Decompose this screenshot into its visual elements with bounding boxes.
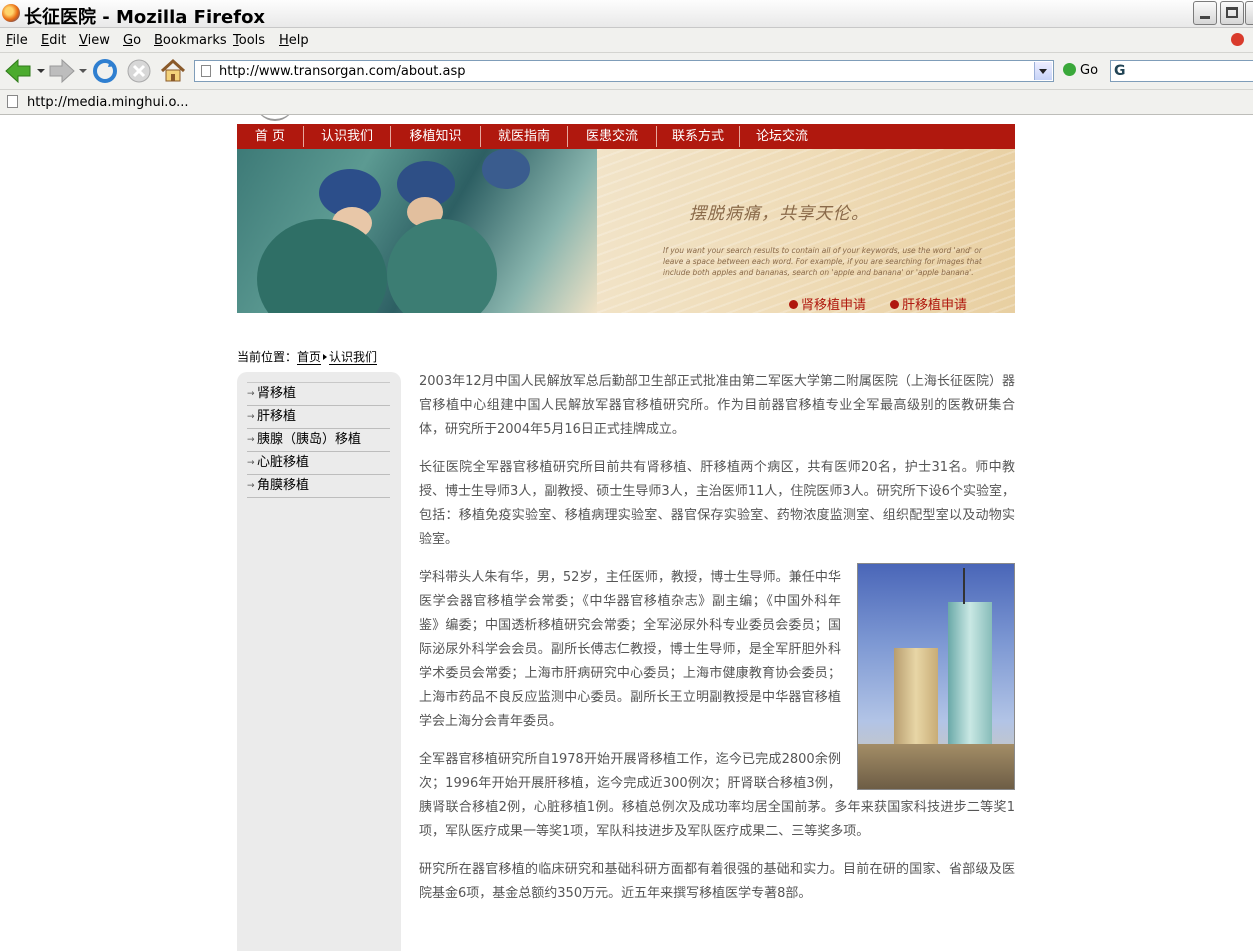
stop-icon[interactable]	[126, 58, 152, 88]
bookmark-page-icon	[7, 95, 18, 108]
go-label: Go	[1080, 63, 1099, 78]
surgeons-photo	[237, 149, 597, 313]
go-button[interactable]: Go	[1063, 63, 1098, 78]
sidebar: 肾移植 肝移植 胰腺（胰岛）移植 心脏移植 角膜移植	[237, 372, 401, 951]
throbber-icon	[1231, 33, 1244, 46]
firefox-icon	[2, 4, 20, 22]
site-banner: 摆脱病痛，共享天伦。 If you want your search resul…	[237, 149, 1015, 313]
liver-apply-link[interactable]: 肝移植申请	[890, 294, 967, 313]
breadcrumb-current[interactable]: 认识我们	[329, 350, 378, 365]
breadcrumb-prefix: 当前位置：	[237, 350, 298, 364]
breadcrumb-arrow-icon	[323, 354, 328, 360]
url-field[interactable]: http://www.transorgan.com/about.asp	[194, 60, 1054, 82]
nav-about[interactable]: 认识我们	[304, 124, 390, 149]
maximize-button[interactable]	[1220, 1, 1244, 25]
site-header-strip	[237, 115, 1015, 124]
kidney-apply-link[interactable]: 肾移植申请	[789, 294, 866, 313]
bookmark-item[interactable]: http://media.minghui.o...	[27, 95, 189, 110]
menu-bookmarks[interactable]: Bookmarks	[154, 33, 227, 48]
breadcrumb: 当前位置：首页 认识我们	[237, 348, 378, 365]
page-content: 首 页 认识我们 移植知识 就医指南 医患交流 联系方式 论坛交流 摆脱病痛，共…	[0, 115, 1253, 951]
go-icon	[1063, 63, 1076, 76]
page-icon	[201, 65, 211, 77]
sidebar-item-cornea[interactable]: 角膜移植	[247, 475, 390, 498]
close-button[interactable]	[1245, 1, 1253, 25]
window-title: 长征医院 - Mozilla Firefox	[24, 7, 266, 28]
paragraph: 长征医院全军器官移植研究所目前共有肾移植、肝移植两个病区，共有医师20名，护士3…	[419, 460, 1015, 547]
menu-go[interactable]: Go	[123, 33, 141, 48]
nav-forum[interactable]: 论坛交流	[740, 124, 824, 149]
reload-icon[interactable]	[92, 58, 118, 88]
menu-tools[interactable]: Tools	[233, 33, 265, 48]
banner-slogan: 摆脱病痛，共享天伦。	[689, 204, 869, 224]
nav-transplant-knowledge[interactable]: 移植知识	[391, 124, 480, 149]
menu-help[interactable]: Help	[279, 33, 309, 48]
kidney-apply-label: 肾移植申请	[801, 298, 867, 313]
nav-doctor-patient[interactable]: 医患交流	[568, 124, 656, 149]
url-dropdown-button[interactable]	[1034, 62, 1052, 80]
main-article: 2003年12月中国人民解放军总后勤部卫生部正式批准由第二军医大学第二附属医院（…	[419, 370, 1015, 920]
nav-medical-guide[interactable]: 就医指南	[481, 124, 567, 149]
menu-bar: File Edit View Go Bookmarks Tools Help	[0, 28, 1253, 53]
sidebar-item-pancreas[interactable]: 胰腺（胰岛）移植	[247, 429, 390, 452]
home-icon[interactable]	[160, 58, 186, 88]
menu-file[interactable]: File	[6, 33, 28, 48]
sidebar-item-heart[interactable]: 心脏移植	[247, 452, 390, 475]
nav-home[interactable]: 首 页	[237, 124, 303, 149]
back-icon[interactable]	[4, 58, 46, 88]
menu-view[interactable]: View	[79, 33, 110, 48]
minimize-button[interactable]	[1193, 1, 1217, 25]
search-input[interactable]: G	[1110, 60, 1253, 82]
window-title-bar: 长征医院 - Mozilla Firefox	[0, 0, 1253, 28]
google-search-icon: G	[1114, 63, 1126, 79]
arrow-bullet-icon	[890, 300, 899, 309]
menu-edit[interactable]: Edit	[41, 33, 66, 48]
liver-apply-label: 肝移植申请	[902, 298, 968, 313]
breadcrumb-home[interactable]: 首页	[297, 350, 322, 365]
banner-decoration	[597, 149, 1015, 313]
sidebar-item-kidney[interactable]: 肾移植	[247, 383, 390, 406]
paragraph: 2003年12月中国人民解放军总后勤部卫生部正式批准由第二军医大学第二附属医院（…	[419, 374, 1015, 437]
bookmarks-toolbar: http://media.minghui.o...	[0, 90, 1253, 115]
site-logo	[255, 115, 295, 121]
url-text: http://www.transorgan.com/about.asp	[219, 64, 466, 79]
banner-small-text: If you want your search results to conta…	[663, 246, 982, 277]
navigation-toolbar: http://www.transorgan.com/about.asp Go G	[0, 53, 1253, 90]
site-nav: 首 页 认识我们 移植知识 就医指南 医患交流 联系方式 论坛交流	[237, 124, 1015, 149]
forward-icon[interactable]	[48, 58, 90, 88]
arrow-bullet-icon	[789, 300, 798, 309]
hospital-building-image	[857, 563, 1015, 790]
paragraph: 研究所在器官移植的临床研究和基础科研方面都有着很强的基础和实力。目前在研的国家、…	[419, 862, 1015, 901]
nav-contact[interactable]: 联系方式	[657, 124, 739, 149]
sidebar-item-liver[interactable]: 肝移植	[247, 406, 390, 429]
